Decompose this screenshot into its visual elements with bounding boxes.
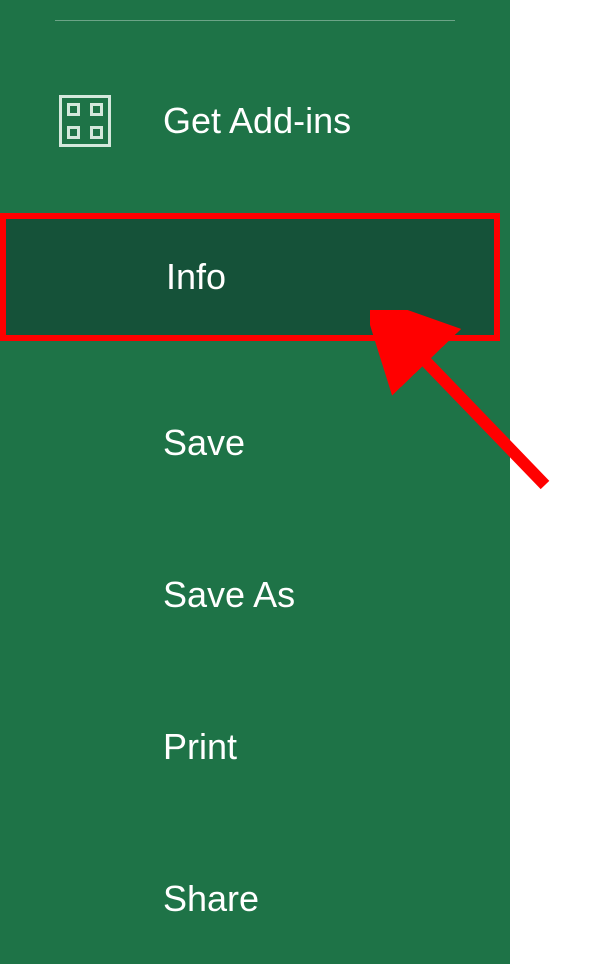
menu-item-label: Save As [163,574,295,616]
menu-item-label: Info [166,256,226,298]
menu-item-save-as[interactable]: Save As [0,545,510,645]
addins-icon [55,91,115,151]
menu-item-share[interactable]: Share [0,849,510,949]
backstage-sidebar: Get Add-ins Info Save Save As Print Shar… [0,0,510,964]
menu-item-label: Print [163,726,237,768]
menu-item-label: Share [163,878,259,920]
menu-item-save[interactable]: Save [0,393,510,493]
menu-item-label: Save [163,422,245,464]
menu-item-print[interactable]: Print [0,697,510,797]
menu-item-label: Get Add-ins [163,100,351,142]
divider [55,20,455,21]
menu-item-info[interactable]: Info [0,213,500,341]
menu-item-get-addins[interactable]: Get Add-ins [0,71,510,171]
